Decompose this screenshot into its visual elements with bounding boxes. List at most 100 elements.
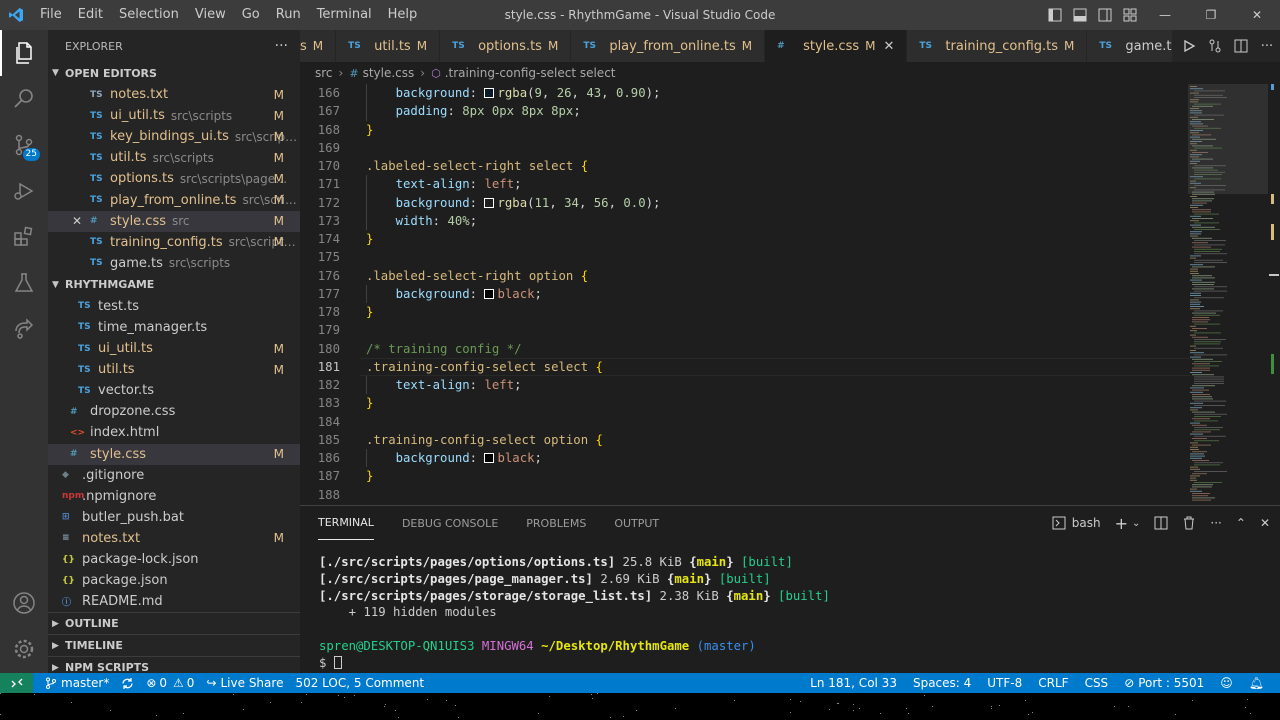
maximize-panel-icon[interactable]: ⌃ bbox=[1236, 516, 1246, 530]
chevron-down-icon[interactable]: ⌄ bbox=[1132, 518, 1140, 529]
tree-item-vector-ts[interactable]: TS vector.ts bbox=[48, 380, 300, 401]
open-changes-icon[interactable] bbox=[1202, 39, 1228, 53]
notifications-icon[interactable]: 🔔︎ bbox=[1249, 676, 1264, 690]
live-server-port[interactable]: ⊘ Port : 5501 bbox=[1124, 676, 1204, 690]
close-panel-icon[interactable]: ✕ bbox=[1260, 516, 1270, 530]
run-debug-icon[interactable] bbox=[0, 168, 48, 214]
input-line[interactable]: $ bbox=[319, 655, 830, 672]
menu-selection[interactable]: Selection bbox=[111, 0, 187, 30]
toggle-panel-icon[interactable] bbox=[1067, 8, 1092, 22]
tab-style-css[interactable]: # style.css M ✕ bbox=[765, 30, 908, 62]
tab-util-ts[interactable]: TS util.ts M bbox=[336, 30, 441, 62]
menu-go[interactable]: Go bbox=[234, 0, 268, 30]
toggle-sidebar-icon[interactable] bbox=[1042, 8, 1067, 22]
panel-tab-output[interactable]: OUTPUT bbox=[614, 506, 659, 540]
open-editor-util-ts[interactable]: TS util.ts src\scripts M bbox=[48, 147, 300, 168]
customize-layout-icon[interactable] bbox=[1117, 8, 1142, 22]
more-actions-icon[interactable]: ··· bbox=[1210, 516, 1221, 530]
tree-item-readme-md[interactable]: ⓘ README.md bbox=[48, 591, 300, 612]
outline-header[interactable]: ▶ OUTLINE bbox=[48, 612, 300, 634]
tree-item-gitignore[interactable]: ◆ .gitignore bbox=[48, 465, 300, 486]
npm-scripts-header[interactable]: ▶ NPM SCRIPTS bbox=[48, 656, 300, 673]
code-editor[interactable]: 166 background: rgba(9, 26, 43, 0.90); 16… bbox=[300, 84, 1280, 505]
indentation[interactable]: Spaces: 4 bbox=[913, 676, 971, 690]
menu-help[interactable]: Help bbox=[380, 0, 426, 30]
terminal-shell-selector[interactable]: bash bbox=[1052, 516, 1101, 530]
more-actions-icon[interactable]: ··· bbox=[275, 38, 288, 54]
panel-tab-debug-console[interactable]: DEBUG CONSOLE bbox=[402, 506, 498, 540]
remote-indicator-icon[interactable] bbox=[0, 673, 33, 693]
color-swatch[interactable] bbox=[484, 88, 495, 98]
open-editor-training-config-ts[interactable]: TS training_config.ts src\scripts... M bbox=[48, 232, 300, 253]
breadcrumb-folder[interactable]: src bbox=[315, 66, 333, 80]
open-editor-options-ts[interactable]: TS options.ts src\scripts\pages\... M bbox=[48, 168, 300, 189]
split-terminal-icon[interactable] bbox=[1154, 516, 1168, 530]
tree-item-dropzone-css[interactable]: # dropzone.css bbox=[48, 401, 300, 422]
open-editor-notes-txt[interactable]: TS notes.txt M bbox=[48, 84, 300, 105]
tree-item-time-manager-ts[interactable]: TS time_manager.ts bbox=[48, 317, 300, 338]
sync-icon[interactable] bbox=[121, 677, 134, 690]
project-header[interactable]: ▼ RHYTHMGAME bbox=[48, 274, 300, 296]
cursor-position[interactable]: Ln 181, Col 33 bbox=[810, 676, 897, 690]
panel-tab-terminal[interactable]: TERMINAL bbox=[318, 506, 374, 540]
toggle-secondary-sidebar-icon[interactable] bbox=[1092, 8, 1117, 22]
kill-terminal-icon[interactable] bbox=[1182, 516, 1196, 530]
live-share-icon[interactable] bbox=[0, 306, 48, 352]
loc-indicator[interactable]: 502 LOC, 5 Comment bbox=[295, 676, 424, 690]
problems-indicator[interactable]: ⊗ 0 ⚠ 0 bbox=[146, 676, 194, 690]
menu-terminal[interactable]: Terminal bbox=[309, 0, 380, 30]
tab-s[interactable]: sM bbox=[300, 30, 337, 62]
open-editor-game-ts[interactable]: TS game.ts src\scripts bbox=[48, 253, 300, 274]
close-window-icon[interactable]: ✕ bbox=[1234, 0, 1280, 30]
close-tab-icon[interactable]: ✕ bbox=[883, 39, 894, 54]
terminal-output[interactable]: [./src/scripts/pages/options/options.ts]… bbox=[319, 554, 830, 672]
tab-training-config-ts[interactable]: TS training_config.ts M bbox=[907, 30, 1088, 62]
more-actions-icon[interactable]: ··· bbox=[1254, 39, 1280, 54]
breadcrumb-symbol[interactable]: .training-config-select select bbox=[445, 66, 616, 80]
color-swatch[interactable] bbox=[484, 453, 495, 463]
color-swatch[interactable] bbox=[484, 288, 495, 299]
feedback-icon[interactable]: ☺ bbox=[1220, 676, 1233, 690]
branch-indicator[interactable]: master* bbox=[45, 676, 109, 690]
vertical-scrollbar[interactable] bbox=[1268, 84, 1280, 505]
menu-file[interactable]: File bbox=[32, 0, 70, 30]
tab-options-ts[interactable]: TS options.ts M bbox=[440, 30, 572, 62]
menu-view[interactable]: View bbox=[187, 0, 234, 30]
new-terminal-icon[interactable]: + bbox=[1115, 514, 1128, 533]
menu-run[interactable]: Run bbox=[268, 0, 309, 30]
open-editor-play-from-online-ts[interactable]: TS play_from_online.ts src\scri... M bbox=[48, 189, 300, 210]
end-of-line[interactable]: CRLF bbox=[1038, 676, 1068, 690]
open-editor-style-css[interactable]: ✕ # style.css src M bbox=[48, 210, 300, 232]
open-editor-ui-util-ts[interactable]: TS ui_util.ts src\scripts M bbox=[48, 105, 300, 126]
tree-item-butler-push-bat[interactable]: ⊞ butler_push.bat bbox=[48, 507, 300, 528]
restore-icon[interactable]: ❐ bbox=[1188, 0, 1234, 30]
tree-item-npmignore[interactable]: npm .npmignore bbox=[48, 486, 300, 507]
testing-icon[interactable] bbox=[0, 260, 48, 306]
encoding[interactable]: UTF-8 bbox=[987, 676, 1022, 690]
tree-item-style-css[interactable]: # style.css M bbox=[48, 443, 300, 465]
source-control-icon[interactable]: 25 bbox=[0, 122, 48, 168]
accounts-icon[interactable] bbox=[0, 580, 48, 626]
breadcrumb-file[interactable]: style.css bbox=[363, 66, 415, 80]
explorer-icon[interactable] bbox=[0, 30, 48, 76]
close-icon[interactable]: ✕ bbox=[72, 214, 82, 228]
tree-item-test-ts[interactable]: TS test.ts bbox=[48, 296, 300, 317]
split-editor-icon[interactable] bbox=[1228, 39, 1254, 53]
menu-edit[interactable]: Edit bbox=[70, 0, 111, 30]
minimize-icon[interactable]: — bbox=[1142, 0, 1188, 30]
search-icon[interactable] bbox=[0, 76, 48, 122]
tree-item-ui-util-ts[interactable]: TS ui_util.ts M bbox=[48, 338, 300, 359]
panel-tab-problems[interactable]: PROBLEMS bbox=[526, 506, 586, 540]
color-swatch[interactable] bbox=[484, 197, 495, 208]
tab-play-from-online-ts[interactable]: TS play_from_online.ts M bbox=[571, 30, 766, 62]
run-icon[interactable] bbox=[1176, 39, 1202, 53]
timeline-header[interactable]: ▶ TIMELINE bbox=[48, 634, 300, 656]
manage-gear-icon[interactable] bbox=[0, 626, 48, 672]
vscode-logo-icon[interactable] bbox=[0, 0, 32, 30]
open-editor-key-bindings-ui-ts[interactable]: TS key_bindings_ui.ts src\script... M bbox=[48, 126, 300, 147]
tree-item-util-ts[interactable]: TS util.ts M bbox=[48, 359, 300, 380]
tree-item-notes-txt[interactable]: ≡ notes.txt M bbox=[48, 528, 300, 549]
minimap[interactable] bbox=[1188, 84, 1268, 505]
language-mode[interactable]: CSS bbox=[1085, 676, 1109, 690]
extensions-icon[interactable] bbox=[0, 214, 48, 260]
